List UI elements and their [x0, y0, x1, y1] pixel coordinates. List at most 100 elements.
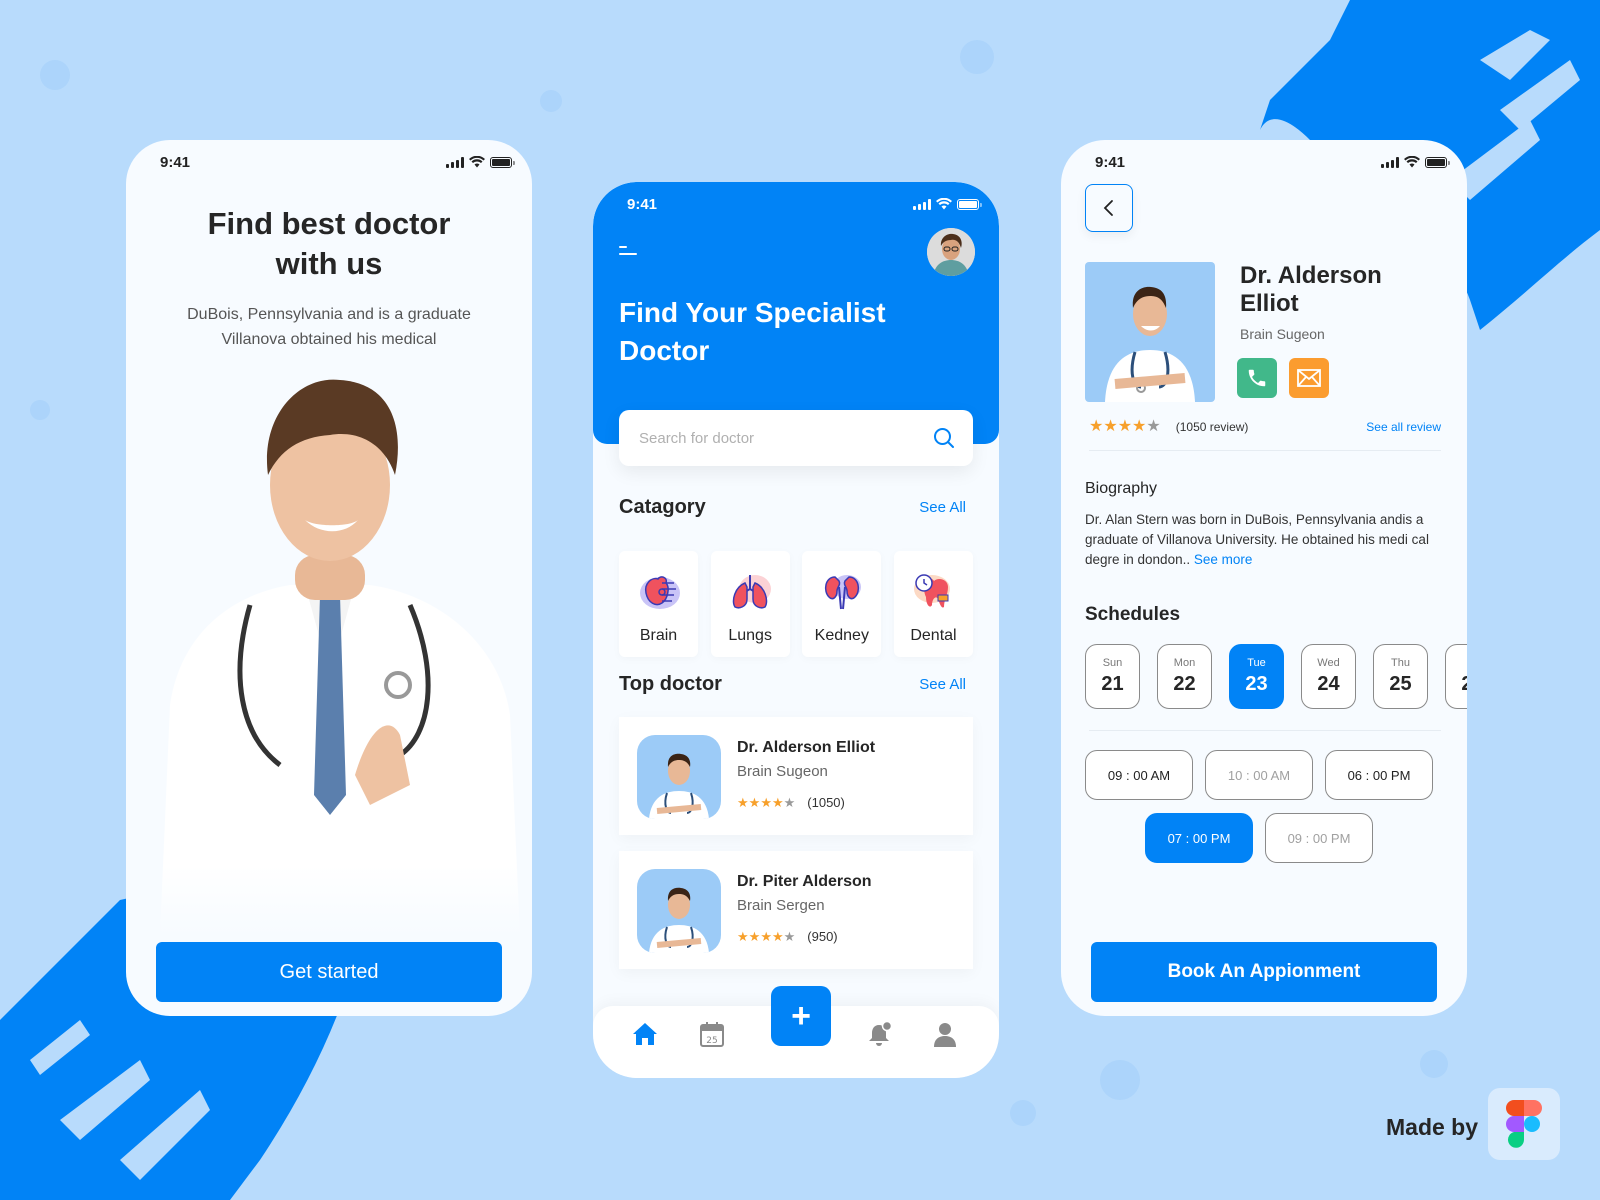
star-filled-icon: ★: [1103, 418, 1118, 435]
phone-icon: [1248, 369, 1266, 387]
category-lungs[interactable]: Lungs: [710, 551, 790, 657]
home-icon[interactable]: [631, 1020, 659, 1048]
category-kidney[interactable]: Kedney: [802, 551, 882, 657]
search-icon[interactable]: [933, 427, 955, 449]
battery-icon: [1425, 156, 1450, 168]
category-brain[interactable]: Brain: [619, 551, 698, 657]
star-filled-icon: ★: [760, 795, 772, 810]
lungs-icon: [732, 575, 772, 609]
onboarding-screen: 9:41 Find best doctor with us DuBois, Pe…: [126, 140, 532, 1016]
search-input[interactable]: [639, 429, 933, 447]
home-header: 9:41 Find Your Specialist Doctor: [593, 182, 999, 444]
category-see-all-link[interactable]: See All: [919, 499, 966, 516]
profile-icon[interactable]: [931, 1020, 959, 1048]
date-option-thu[interactable]: Thu 25: [1373, 644, 1428, 709]
avatar-image: [927, 228, 975, 276]
doctor-card[interactable]: Dr. Alderson Elliot Brain Sugeon ★★★★★ (…: [619, 717, 973, 835]
date-option-sun[interactable]: Sun 21: [1085, 644, 1140, 709]
signal-icon: [1381, 156, 1399, 168]
category-dental[interactable]: Dental: [893, 551, 973, 657]
time-slot[interactable]: 07 : 00 PM: [1145, 813, 1253, 863]
notification-bell-icon[interactable]: [865, 1020, 893, 1048]
category-label: Kedney: [814, 627, 869, 644]
date-day: Fri: [1466, 657, 1467, 669]
add-button[interactable]: +: [771, 986, 831, 1046]
user-avatar[interactable]: [927, 228, 975, 276]
star-empty-icon: ★: [1146, 418, 1161, 435]
date-day: Mon: [1173, 657, 1196, 669]
date-option-wed[interactable]: Wed 24: [1301, 644, 1356, 709]
call-button[interactable]: [1237, 358, 1277, 398]
email-button[interactable]: [1289, 358, 1329, 398]
brain-icon: [639, 576, 680, 609]
doctor-specialty: Brain Sugeon: [737, 763, 828, 780]
onboarding-title: Find best doctor with us: [207, 206, 451, 281]
status-bar: 9:41: [593, 182, 999, 226]
date-day: Wed: [1317, 657, 1340, 669]
star-filled-icon: ★: [737, 929, 749, 944]
search-bar: [619, 410, 973, 466]
made-by-label: Made by: [1386, 1114, 1479, 1140]
chevron-left-icon: [1103, 200, 1113, 216]
doctor-name: Dr. Piter Alderson: [737, 873, 872, 890]
date-number: 23: [1245, 673, 1268, 695]
doctor-rating: ★★★★★ (1050): [737, 795, 845, 810]
background-dot: [1010, 1100, 1036, 1126]
date-option-fri[interactable]: Fri 26: [1445, 644, 1467, 709]
wifi-icon: [936, 198, 952, 210]
get-started-button[interactable]: Get started: [156, 942, 502, 1002]
date-day: Sun: [1102, 657, 1123, 669]
doctor-detail-screen: 9:41 Dr. Alderson Elliot Brain Sugeon ★★…: [1061, 140, 1467, 1016]
doctor-photo: [637, 869, 721, 953]
star-empty-icon: ★: [783, 929, 796, 944]
tooth-icon: [914, 574, 951, 608]
doctor-specialty: Brain Sergen: [737, 897, 825, 914]
doctor-card[interactable]: Dr. Piter Alderson Brain Sergen ★★★★★ (9…: [619, 851, 973, 969]
status-time: 9:41: [1095, 153, 1126, 171]
date-option-mon[interactable]: Mon 22: [1157, 644, 1212, 709]
time-slot[interactable]: 09 : 00 AM: [1085, 750, 1193, 800]
top-doctor-heading: Top doctor: [619, 673, 722, 695]
review-count: (1050): [807, 795, 845, 810]
time-slot[interactable]: 09 : 00 PM: [1265, 813, 1373, 863]
calendar-day: 25: [706, 1036, 717, 1046]
signal-icon: [913, 198, 931, 210]
category-header: Catagory See All: [619, 496, 966, 519]
date-number: 26: [1461, 673, 1467, 695]
menu-icon[interactable]: [619, 246, 639, 258]
background-dot: [1100, 1060, 1140, 1100]
star-filled-icon: ★: [771, 795, 784, 810]
date-number: 22: [1173, 673, 1196, 695]
date-number: 21: [1101, 673, 1124, 695]
schedules-heading: Schedules: [1085, 604, 1181, 625]
doctor-name: Dr. Alderson Elliot: [737, 739, 876, 756]
calendar-nav[interactable]: 25: [698, 1020, 726, 1048]
mail-icon: [1297, 369, 1321, 387]
doctor-photo: [637, 735, 721, 819]
star-filled-icon: ★: [760, 929, 772, 944]
top-doctor-see-all-link[interactable]: See All: [919, 676, 966, 693]
book-appointment-button[interactable]: Book An Appionment: [1091, 942, 1437, 1002]
review-count: (950): [807, 929, 838, 944]
biography-text: Dr. Alan Stern was born in DuBois, Penns…: [1085, 512, 1429, 567]
figma-logo: [1488, 1088, 1560, 1160]
date-number: 24: [1317, 673, 1340, 695]
rating-stars: ★★★★★: [1089, 418, 1161, 436]
doctor-hero-image: [160, 379, 520, 935]
time-slot[interactable]: 10 : 00 AM: [1205, 750, 1313, 800]
date-number: 25: [1389, 673, 1412, 695]
back-button[interactable]: [1085, 184, 1133, 232]
star-filled-icon: ★: [1089, 418, 1104, 435]
see-all-reviews-link[interactable]: See all review: [1366, 420, 1441, 434]
background-dot: [40, 60, 70, 90]
see-more-link[interactable]: See more: [1194, 552, 1253, 567]
star-filled-icon: ★: [771, 929, 784, 944]
figma-icon: [1506, 1100, 1542, 1148]
kidney-icon: [824, 575, 861, 610]
category-label: Dental: [910, 627, 957, 644]
doctor-name: Dr. Alderson Elliot: [1240, 262, 1382, 317]
category-heading: Catagory: [619, 496, 706, 518]
background-dot: [960, 40, 994, 74]
date-option-tue[interactable]: Tue 23: [1229, 644, 1284, 709]
time-slot[interactable]: 06 : 00 PM: [1325, 750, 1433, 800]
